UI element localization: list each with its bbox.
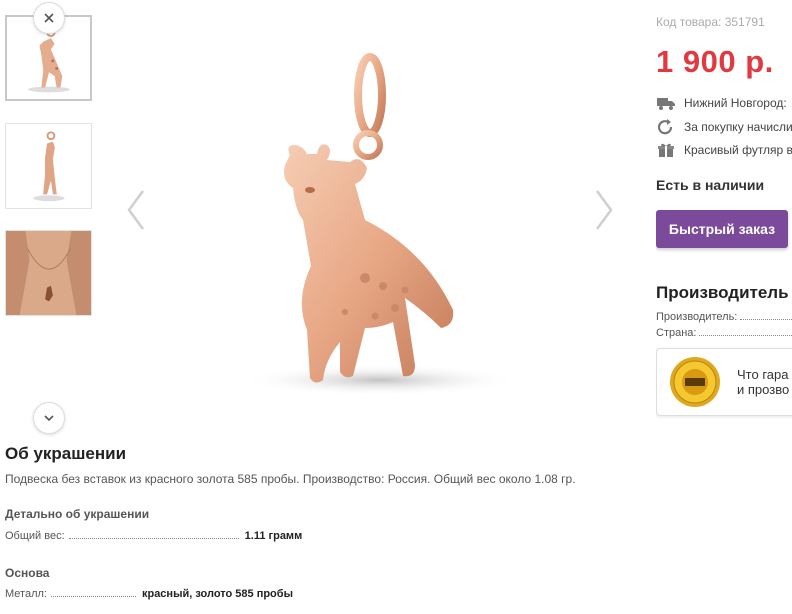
metal-value: красный, золото 585 пробы: [141, 588, 293, 600]
neck-thumbnail-image: [6, 231, 91, 315]
feature-gift-box: Красивый футляр в: [656, 142, 792, 158]
product-info-panel: Код товара: 351791 1 900 р. Нижний Новго…: [656, 0, 792, 430]
metal-label: Металл:: [5, 588, 47, 600]
feature-bonus: За покупку начисли: [656, 119, 792, 135]
spec-metal-row: Металл: красный, золото 585 пробы: [5, 588, 293, 600]
refresh-icon: [656, 119, 676, 135]
prev-image-button[interactable]: [121, 185, 151, 235]
giraffe-pendant-image: [240, 53, 520, 396]
main-product-image-area: [115, 30, 635, 420]
guarantee-text-line1: Что гара: [737, 367, 789, 382]
country-label: Страна:: [656, 327, 697, 339]
base-title: Основа: [5, 566, 50, 580]
product-price: 1 900 р.: [656, 44, 774, 79]
spec-weight-row: Общий вес: 1.11 грамм: [5, 530, 302, 542]
gift-icon: [656, 142, 676, 158]
feature-delivery: Нижний Новгород:: [656, 95, 787, 111]
quick-order-button[interactable]: Быстрый заказ: [656, 210, 788, 248]
feature-gift-text: Красивый футляр в: [684, 143, 792, 157]
chevron-down-icon: [44, 415, 54, 422]
thumbnail-down-button[interactable]: [33, 402, 65, 434]
close-icon: [44, 13, 54, 23]
description-summary: Подвеска без вставок из красного золота …: [5, 472, 576, 486]
guarantee-banner[interactable]: Что гара и прозво: [656, 348, 792, 416]
thumbnail-up-button[interactable]: [33, 2, 65, 34]
giraffe-side-thumbnail-image: [33, 131, 65, 202]
thumbnail-3[interactable]: [5, 230, 92, 316]
chevron-right-icon: [595, 190, 613, 230]
details-title: Детально об украшении: [5, 507, 150, 521]
truck-icon: [656, 95, 676, 111]
description-title: Об украшении: [5, 444, 127, 463]
manufacturer-label: Производитель:: [656, 311, 738, 323]
guarantee-seal-icon: [670, 357, 720, 407]
weight-label: Общий вес:: [5, 530, 65, 542]
manufacturer-title: Производитель и: [656, 283, 792, 302]
thumbnail-2[interactable]: [5, 123, 92, 209]
feature-delivery-text: Нижний Новгород:: [684, 96, 787, 110]
stock-status: Есть в наличии: [656, 177, 765, 193]
sku-text: Код товара: 351791: [656, 15, 765, 29]
weight-value: 1.11 грамм: [244, 530, 303, 542]
guarantee-text-line2: и прозво: [737, 382, 790, 397]
country-row: Страна:: [656, 327, 792, 339]
chevron-left-icon: [127, 190, 145, 230]
product-description: Об украшении Подвеска без вставок из кра…: [5, 444, 705, 600]
manufacturer-row: Производитель:: [656, 311, 792, 323]
feature-bonus-text: За покупку начисли: [684, 120, 792, 134]
next-image-button[interactable]: [589, 185, 619, 235]
